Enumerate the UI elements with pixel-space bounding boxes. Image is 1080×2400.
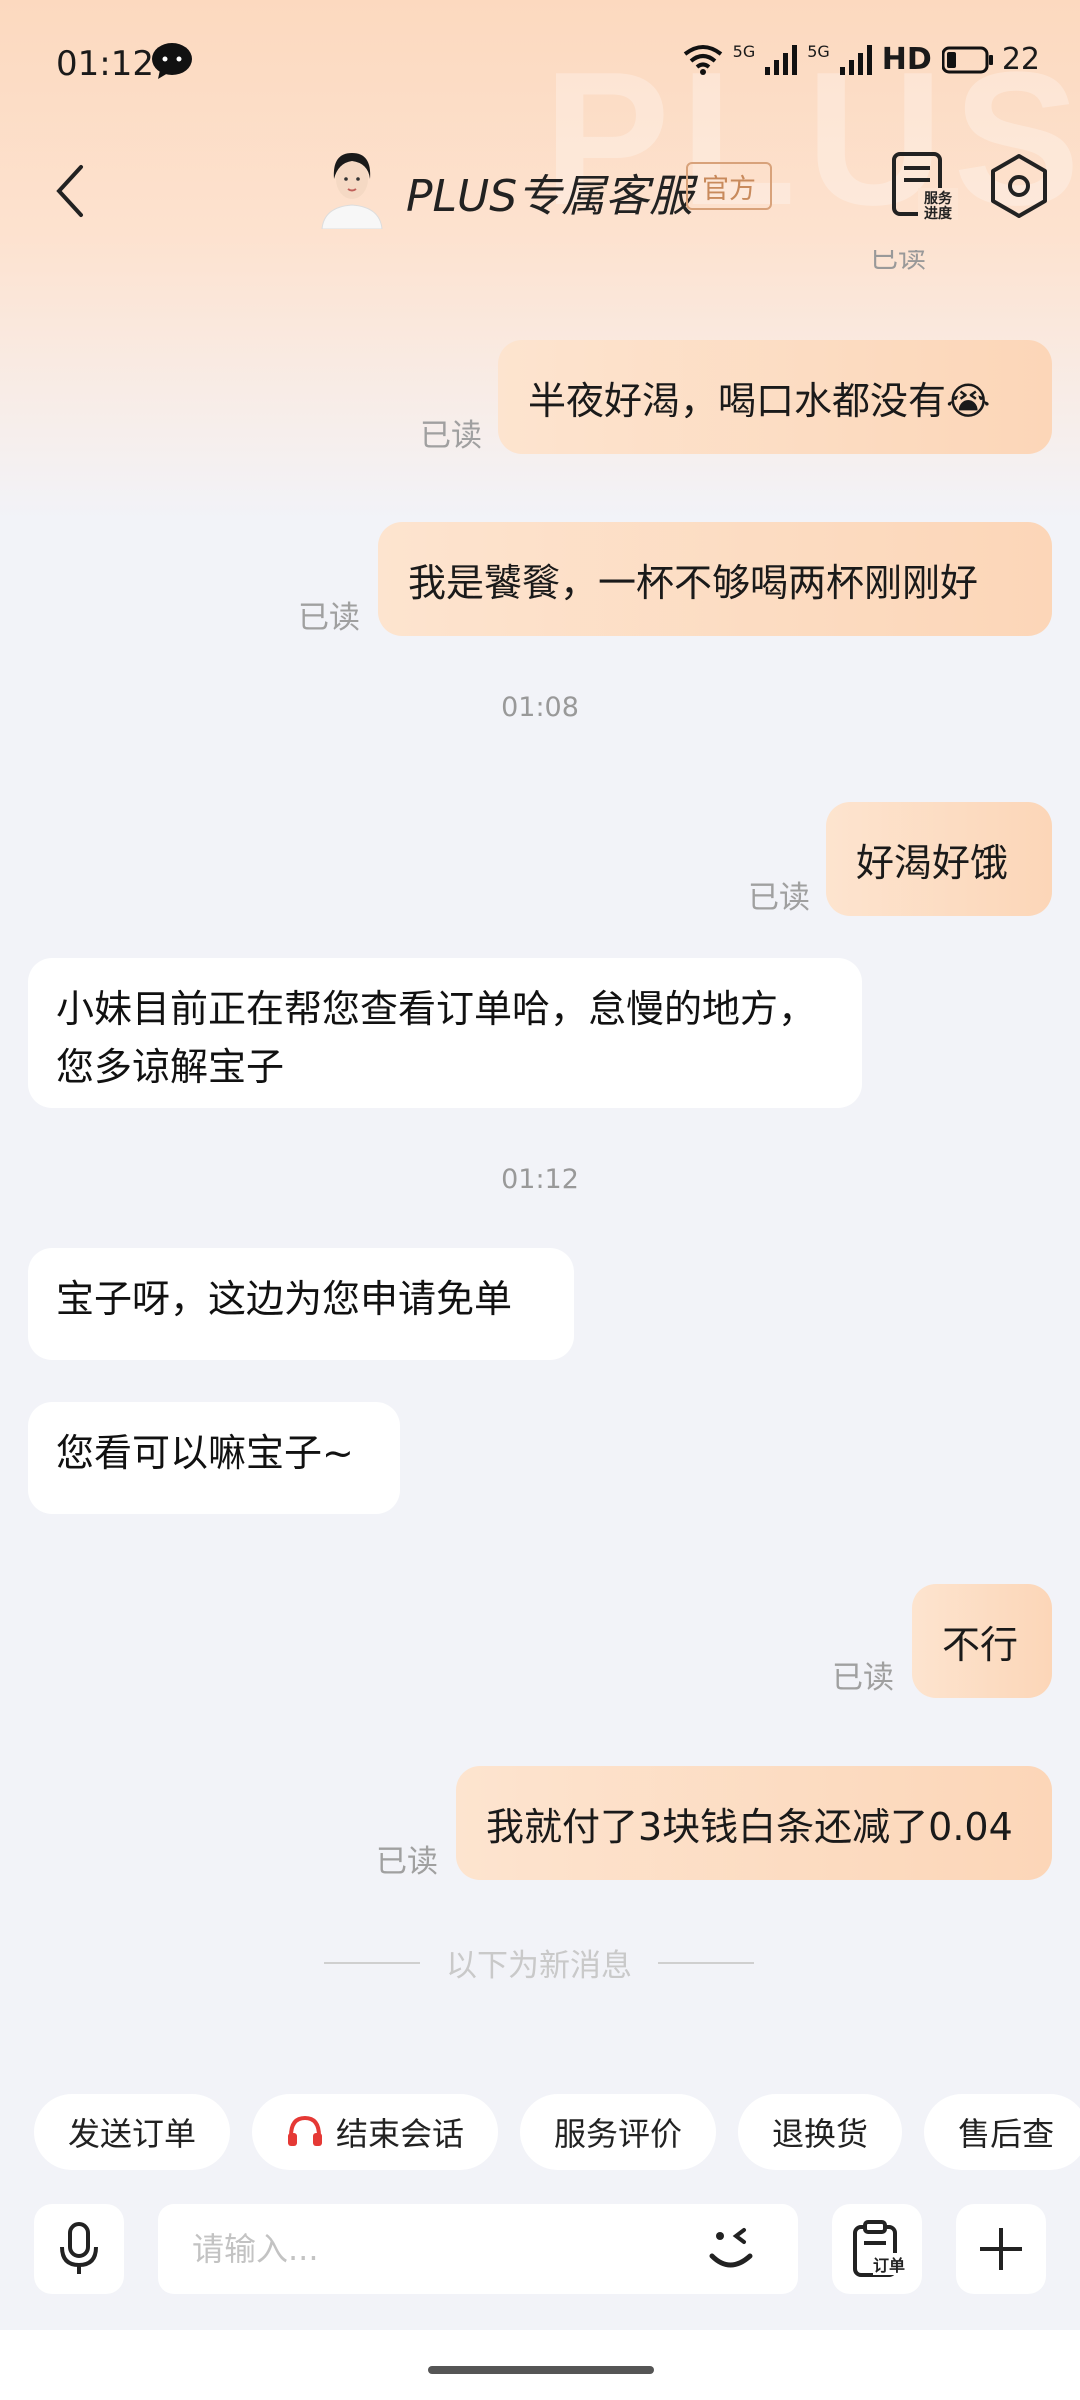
after-sales-chip[interactable]: 售后查 — [924, 2094, 1080, 2170]
network-label-2: 5G — [807, 42, 830, 61]
svg-text:订单: 订单 — [873, 2256, 905, 2275]
new-messages-divider: 以下为新消息 — [324, 1940, 754, 1985]
service-progress-button[interactable]: 服务 进度 — [890, 150, 960, 222]
chip-label: 结束会话 — [336, 2115, 465, 2153]
svg-text:服务: 服务 — [924, 190, 953, 207]
voice-button[interactable] — [34, 2204, 124, 2294]
outgoing-message[interactable]: 不行 — [912, 1584, 1052, 1698]
agent-avatar — [321, 153, 383, 229]
chevron-left-icon — [56, 165, 83, 217]
incoming-message[interactable]: 小妹目前正在帮您查看订单哈，怠慢的地方，您多谅解宝子 — [28, 958, 862, 1108]
read-receipt: 已读 — [748, 880, 810, 916]
battery: 22 — [941, 42, 1040, 77]
chat-title: PLUS专属客服 — [406, 171, 694, 222]
signal-icon-1 — [765, 44, 798, 75]
new-messages-label: 以下为新消息 — [446, 1948, 632, 1984]
emoji-wink-icon[interactable] — [700, 2218, 770, 2282]
settings-button[interactable] — [988, 152, 1050, 220]
headset-icon — [288, 2115, 323, 2146]
send-order-chip[interactable]: 发送订单 — [34, 2094, 231, 2170]
divider-line — [324, 1961, 420, 1964]
return-exchange-chip[interactable]: 退换货 — [738, 2094, 903, 2170]
signal-icon-2 — [839, 44, 872, 75]
quick-actions-bar: 发送订单 结束会话 服务评价 退换货 售后查 — [34, 2094, 1080, 2170]
status-time: 01:12 — [56, 44, 154, 84]
battery-icon — [941, 46, 993, 73]
chip-label: 服务评价 — [554, 2115, 683, 2153]
status-icons: 5G 5G HD 22 — [683, 42, 1040, 77]
chip-label: 发送订单 — [68, 2115, 197, 2153]
chat-header: PLUS专属客服 官方 服务 进度 — [0, 140, 1080, 240]
home-indicator[interactable] — [428, 2366, 654, 2374]
svg-text:进度: 进度 — [924, 205, 953, 222]
navigation-area — [0, 2330, 1080, 2400]
read-receipt: 已读 — [298, 600, 360, 636]
chip-label: 售后查 — [958, 2115, 1055, 2153]
back-button[interactable] — [40, 158, 100, 224]
chat-notification-icon — [152, 43, 192, 79]
service-progress-icon: 服务 进度 — [892, 152, 958, 222]
read-receipt: 已读 — [376, 1844, 438, 1880]
input-bar: 订单 — [0, 2200, 1080, 2300]
order-button[interactable]: 订单 — [832, 2204, 922, 2294]
end-session-chip[interactable]: 结束会话 — [252, 2094, 499, 2170]
outgoing-message[interactable]: 我是饕餮，一杯不够喝两杯刚刚好 — [378, 522, 1052, 636]
timestamp: 01:12 — [501, 1164, 579, 1195]
clipboard-order-icon: 订单 — [853, 2220, 905, 2277]
divider-line — [658, 1961, 754, 1964]
status-bar: 01:12 5G 5G HD 22 — [0, 0, 1080, 130]
outgoing-message[interactable]: 好渴好饿 — [826, 802, 1052, 916]
outgoing-message[interactable]: 半夜好渴，喝口水都没有😭 — [498, 340, 1052, 454]
incoming-message[interactable]: 宝子呀，这边为您申请免单 — [28, 1248, 574, 1360]
plus-icon — [980, 2228, 1022, 2270]
battery-level: 22 — [1001, 42, 1040, 77]
settings-hexagon-icon — [991, 154, 1047, 218]
network-label-1: 5G — [732, 42, 756, 61]
chip-label: 退换货 — [772, 2115, 869, 2153]
outgoing-message[interactable]: 我就付了3块钱白条还减了0.04 — [456, 1766, 1052, 1880]
service-rating-chip[interactable]: 服务评价 — [520, 2094, 717, 2170]
more-button[interactable] — [956, 2204, 1046, 2294]
timestamp: 01:08 — [501, 692, 579, 723]
read-receipt: 已读 — [420, 418, 482, 454]
incoming-message[interactable]: 您看可以嘛宝子~ — [28, 1402, 400, 1514]
microphone-icon — [60, 2222, 98, 2274]
official-badge: 官方 — [686, 162, 772, 210]
hd-label: HD — [881, 42, 932, 77]
wifi-icon — [683, 44, 722, 75]
read-receipt: 已读 — [832, 1660, 894, 1696]
